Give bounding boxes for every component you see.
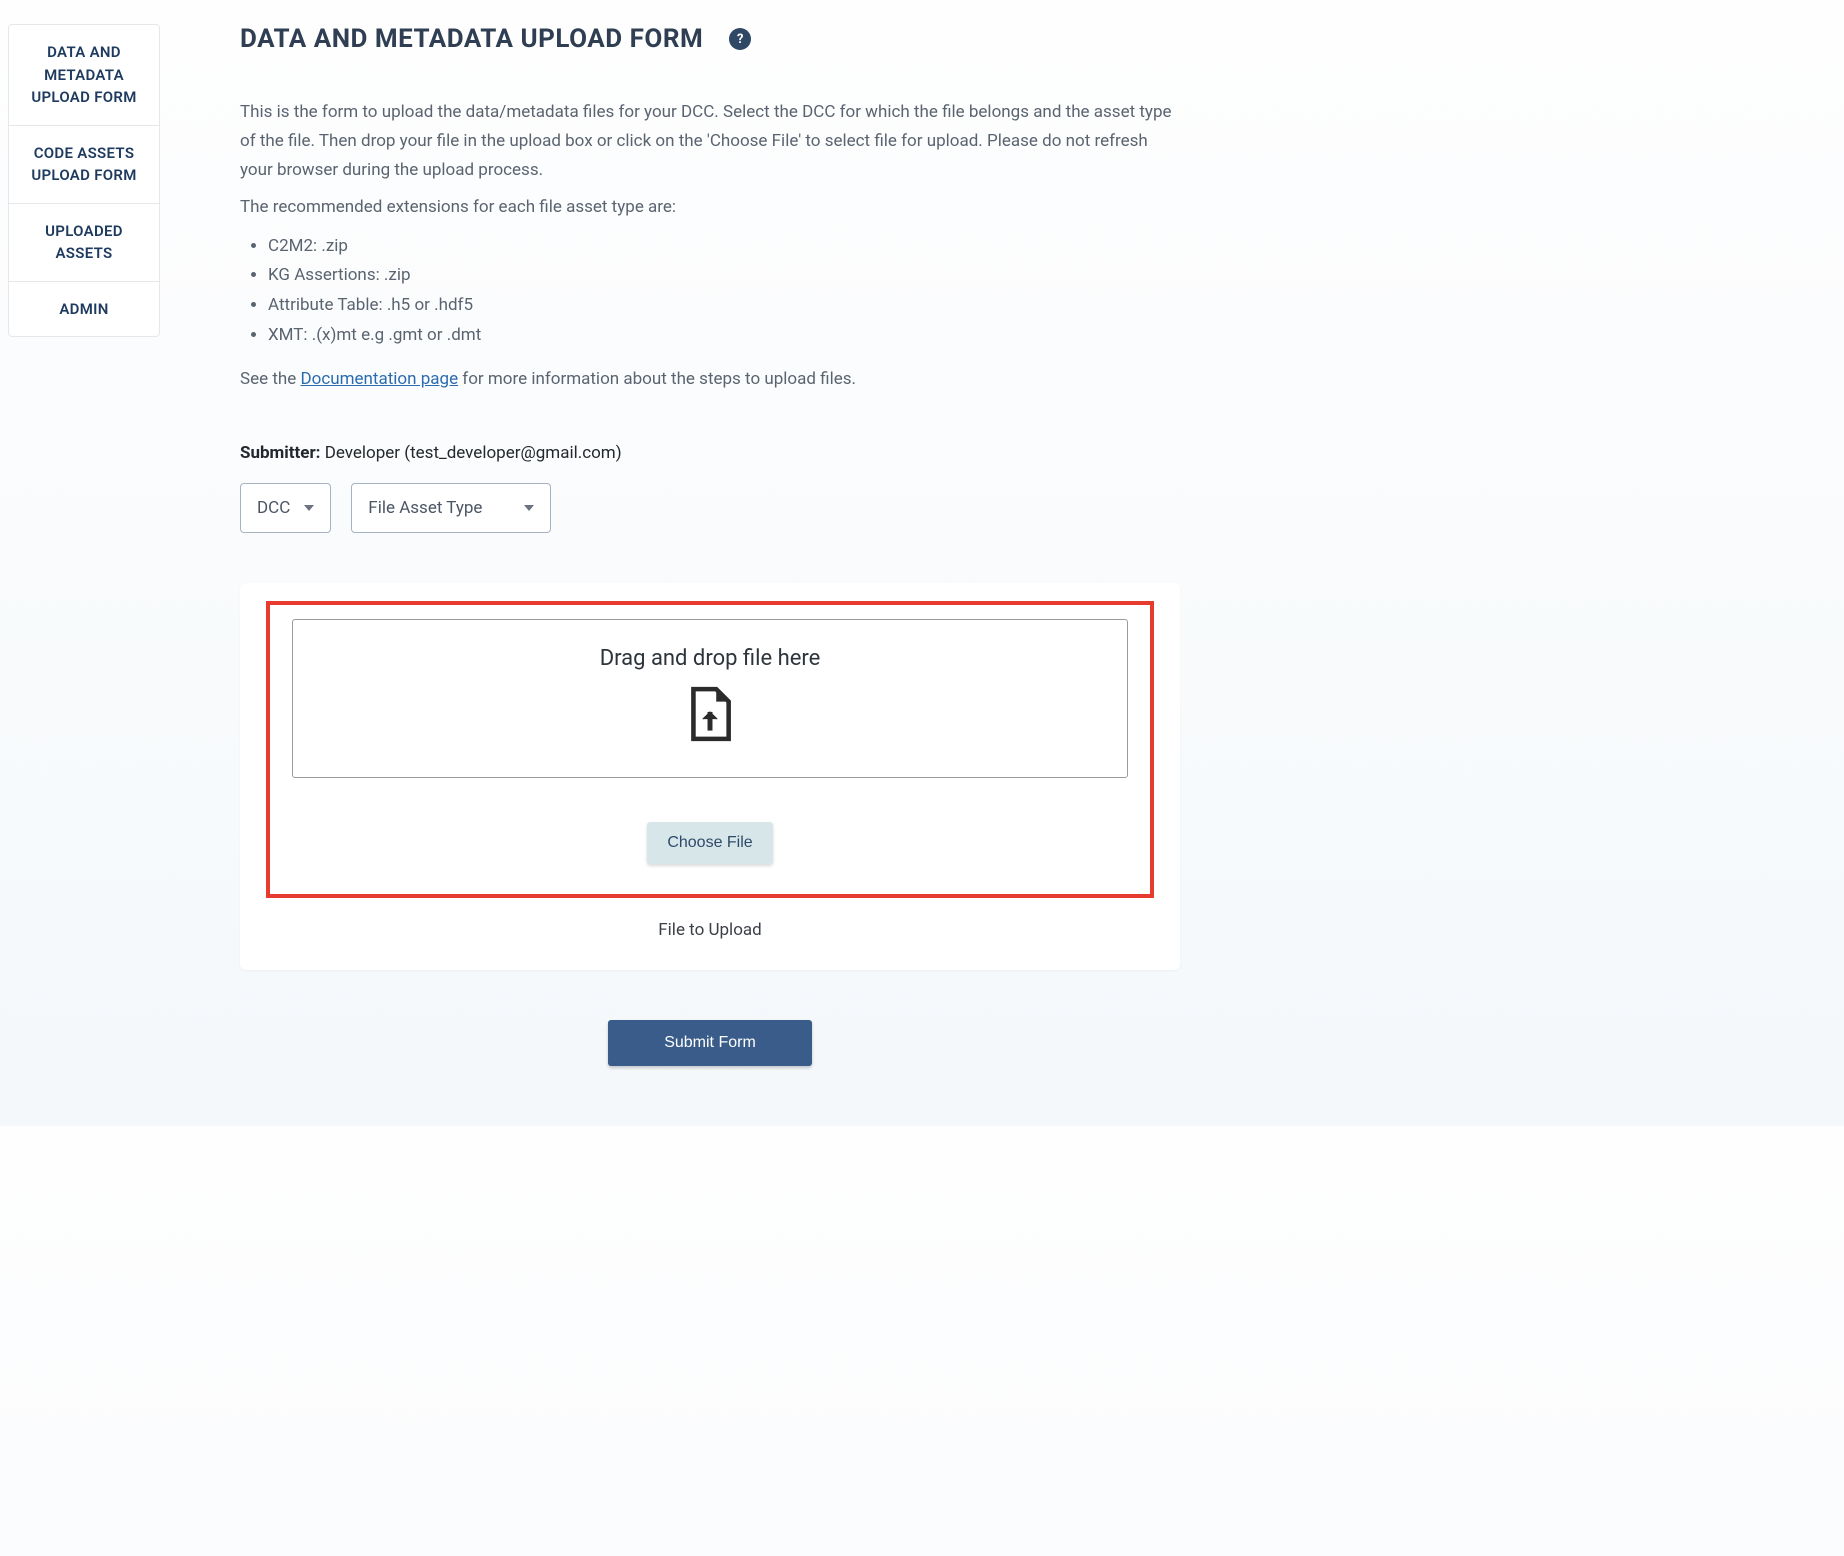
sidebar: DATA AND METADATA UPLOAD FORM CODE ASSET… <box>8 24 160 337</box>
extension-item: Attribute Table: .h5 or .hdf5 <box>268 291 1180 321</box>
dcc-select-label: DCC <box>257 498 290 518</box>
file-asset-type-label: File Asset Type <box>368 498 482 518</box>
description-intro: This is the form to upload the data/meta… <box>240 98 1180 185</box>
documentation-link[interactable]: Documentation page <box>301 369 459 389</box>
choose-file-button[interactable]: Choose File <box>647 822 772 864</box>
doc-suffix: for more information about the steps to … <box>458 369 856 389</box>
sidebar-item-admin[interactable]: ADMIN <box>9 282 159 337</box>
submit-form-button[interactable]: Submit Form <box>608 1020 812 1066</box>
submitter-label: Submitter: <box>240 443 320 463</box>
documentation-line: See the Documentation page for more info… <box>240 365 1180 394</box>
sidebar-item-code-assets-upload[interactable]: CODE ASSETS UPLOAD FORM <box>9 126 159 204</box>
submitter-email: test_developer@gmail.com <box>410 443 616 463</box>
dropzone-text: Drag and drop file here <box>313 646 1107 671</box>
doc-prefix: See the <box>240 369 301 389</box>
dcc-select[interactable]: DCC <box>240 483 331 533</box>
dropzone[interactable]: Drag and drop file here <box>292 619 1128 778</box>
page-title: DATA AND METADATA UPLOAD FORM <box>240 24 703 54</box>
chevron-down-icon <box>524 505 534 511</box>
description-ext-intro: The recommended extensions for each file… <box>240 193 1180 222</box>
main-content: DATA AND METADATA UPLOAD FORM ? This is … <box>240 24 1180 1066</box>
help-icon[interactable]: ? <box>729 28 751 50</box>
file-to-upload-label: File to Upload <box>266 920 1154 940</box>
upload-highlight-frame: Drag and drop file here Choose File <box>266 601 1154 898</box>
chevron-down-icon <box>304 505 314 511</box>
file-asset-type-select[interactable]: File Asset Type <box>351 483 551 533</box>
extensions-list: C2M2: .zip KG Assertions: .zip Attribute… <box>240 232 1180 351</box>
extension-item: C2M2: .zip <box>268 232 1180 262</box>
submitter-row: Submitter: Developer (test_developer@gma… <box>240 443 1180 463</box>
sidebar-item-uploaded-assets[interactable]: UPLOADED ASSETS <box>9 204 159 282</box>
sidebar-item-data-metadata-upload[interactable]: DATA AND METADATA UPLOAD FORM <box>9 25 159 126</box>
extension-item: XMT: .(x)mt e.g .gmt or .dmt <box>268 321 1180 351</box>
upload-card: Drag and drop file here Choose File File… <box>240 583 1180 970</box>
file-upload-icon <box>313 685 1107 747</box>
submitter-name: Developer <box>325 443 400 463</box>
extension-item: KG Assertions: .zip <box>268 261 1180 291</box>
